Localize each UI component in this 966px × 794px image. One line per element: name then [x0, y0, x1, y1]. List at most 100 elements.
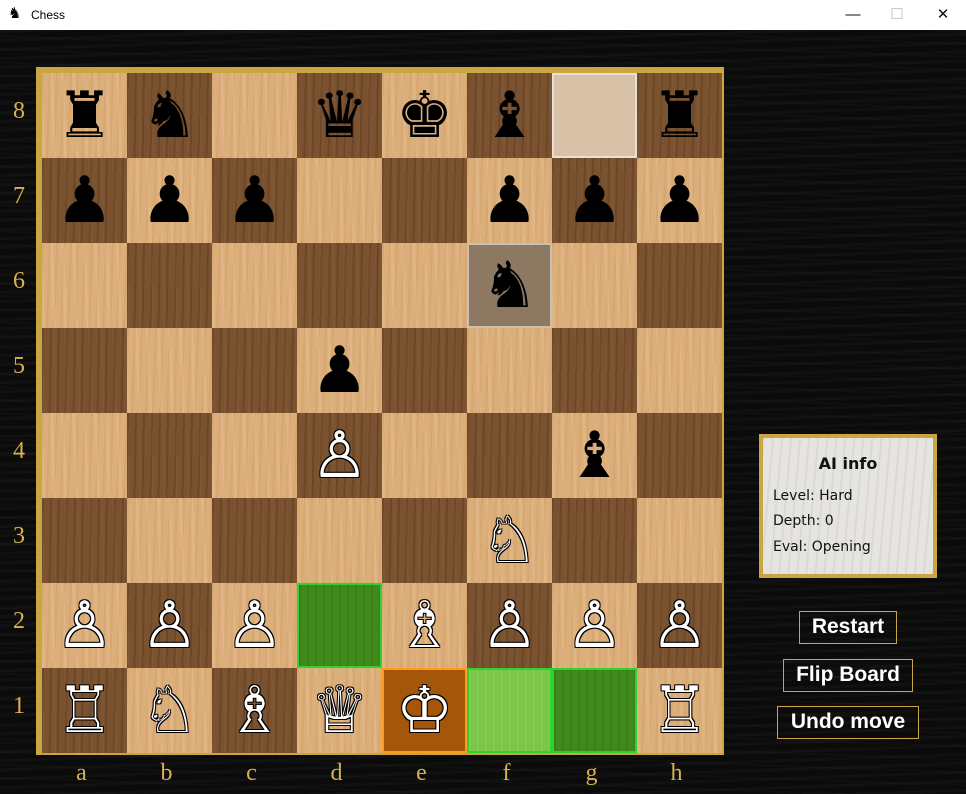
square-g6[interactable]	[552, 243, 637, 328]
square-a7[interactable]: ♟	[42, 158, 127, 243]
square-g7[interactable]: ♟	[552, 158, 637, 243]
white-bishop-icon[interactable]: ♗	[382, 583, 467, 668]
square-a4[interactable]	[42, 413, 127, 498]
square-g4[interactable]: ♝	[552, 413, 637, 498]
square-f6[interactable]: ♞	[467, 243, 552, 328]
square-b8[interactable]: ♞	[127, 73, 212, 158]
square-a6[interactable]	[42, 243, 127, 328]
square-f7[interactable]: ♟	[467, 158, 552, 243]
square-g3[interactable]	[552, 498, 637, 583]
square-d4[interactable]: ♙	[297, 413, 382, 498]
square-h5[interactable]	[637, 328, 722, 413]
square-e1[interactable]: ♔	[382, 668, 467, 753]
square-d6[interactable]	[297, 243, 382, 328]
square-a5[interactable]	[42, 328, 127, 413]
square-c2[interactable]: ♙	[212, 583, 297, 668]
black-pawn-icon[interactable]: ♟	[552, 158, 637, 243]
square-d7[interactable]	[297, 158, 382, 243]
white-pawn-icon[interactable]: ♙	[467, 583, 552, 668]
black-pawn-icon[interactable]: ♟	[467, 158, 552, 243]
black-bishop-icon[interactable]: ♝	[467, 73, 552, 158]
square-b2[interactable]: ♙	[127, 583, 212, 668]
square-c1[interactable]: ♗	[212, 668, 297, 753]
square-b6[interactable]	[127, 243, 212, 328]
maximize-button[interactable]: ☐	[874, 0, 920, 30]
square-d2[interactable]	[297, 583, 382, 668]
white-pawn-icon[interactable]: ♙	[127, 583, 212, 668]
square-e5[interactable]	[382, 328, 467, 413]
square-f2[interactable]: ♙	[467, 583, 552, 668]
black-knight-icon[interactable]: ♞	[127, 73, 212, 158]
flip-board-button[interactable]: Flip Board	[783, 659, 913, 692]
square-e4[interactable]	[382, 413, 467, 498]
square-c7[interactable]: ♟	[212, 158, 297, 243]
white-pawn-icon[interactable]: ♙	[212, 583, 297, 668]
square-f1[interactable]	[467, 668, 552, 753]
square-c6[interactable]	[212, 243, 297, 328]
square-g5[interactable]	[552, 328, 637, 413]
square-c5[interactable]	[212, 328, 297, 413]
square-a1[interactable]: ♖	[42, 668, 127, 753]
square-e3[interactable]	[382, 498, 467, 583]
square-d3[interactable]	[297, 498, 382, 583]
square-d5[interactable]: ♟	[297, 328, 382, 413]
white-queen-icon[interactable]: ♕	[297, 668, 382, 753]
square-d1[interactable]: ♕	[297, 668, 382, 753]
undo-move-button[interactable]: Undo move	[777, 706, 919, 739]
square-a8[interactable]: ♜	[42, 73, 127, 158]
black-pawn-icon[interactable]: ♟	[637, 158, 722, 243]
black-king-icon[interactable]: ♚	[382, 73, 467, 158]
square-e6[interactable]	[382, 243, 467, 328]
black-rook-icon[interactable]: ♜	[637, 73, 722, 158]
square-f5[interactable]	[467, 328, 552, 413]
restart-button[interactable]: Restart	[799, 611, 897, 644]
square-g1[interactable]	[552, 668, 637, 753]
white-pawn-icon[interactable]: ♙	[42, 583, 127, 668]
square-c4[interactable]	[212, 413, 297, 498]
black-rook-icon[interactable]: ♜	[42, 73, 127, 158]
square-h3[interactable]	[637, 498, 722, 583]
square-b1[interactable]: ♘	[127, 668, 212, 753]
minimize-button[interactable]: —	[830, 0, 876, 30]
white-bishop-icon[interactable]: ♗	[212, 668, 297, 753]
white-knight-icon[interactable]: ♘	[467, 498, 552, 583]
white-knight-icon[interactable]: ♘	[127, 668, 212, 753]
square-f3[interactable]: ♘	[467, 498, 552, 583]
square-f8[interactable]: ♝	[467, 73, 552, 158]
white-king-icon[interactable]: ♔	[384, 670, 465, 751]
square-b5[interactable]	[127, 328, 212, 413]
black-pawn-icon[interactable]: ♟	[297, 328, 382, 413]
white-rook-icon[interactable]: ♖	[42, 668, 127, 753]
square-d8[interactable]: ♛	[297, 73, 382, 158]
black-knight-icon[interactable]: ♞	[469, 245, 550, 326]
black-queen-icon[interactable]: ♛	[297, 73, 382, 158]
square-h7[interactable]: ♟	[637, 158, 722, 243]
square-h6[interactable]	[637, 243, 722, 328]
black-bishop-icon[interactable]: ♝	[552, 413, 637, 498]
white-pawn-icon[interactable]: ♙	[297, 413, 382, 498]
white-pawn-icon[interactable]: ♙	[552, 583, 637, 668]
square-h8[interactable]: ♜	[637, 73, 722, 158]
square-h2[interactable]: ♙	[637, 583, 722, 668]
black-pawn-icon[interactable]: ♟	[127, 158, 212, 243]
square-g8[interactable]	[552, 73, 637, 158]
square-a2[interactable]: ♙	[42, 583, 127, 668]
square-f4[interactable]	[467, 413, 552, 498]
square-b4[interactable]	[127, 413, 212, 498]
square-h1[interactable]: ♖	[637, 668, 722, 753]
close-button[interactable]: ✕	[920, 0, 966, 30]
black-pawn-icon[interactable]: ♟	[212, 158, 297, 243]
chess-board[interactable]: ♜ ♞ ♛ ♚ ♝ ♜ ♟ ♟ ♟ ♟ ♟ ♟ ♞ ♟ ♙ ♝ ♘ ♙ ♙ ♙ ♗ ♙ ♙ ♙ ♖ ♘ ♗ ♕ ♔ ♖	[42, 73, 722, 753]
square-e2[interactable]: ♗	[382, 583, 467, 668]
black-pawn-icon[interactable]: ♟	[42, 158, 127, 243]
square-c8[interactable]	[212, 73, 297, 158]
square-h4[interactable]	[637, 413, 722, 498]
square-b3[interactable]	[127, 498, 212, 583]
white-pawn-icon[interactable]: ♙	[637, 583, 722, 668]
square-c3[interactable]	[212, 498, 297, 583]
square-b7[interactable]: ♟	[127, 158, 212, 243]
square-e7[interactable]	[382, 158, 467, 243]
square-g2[interactable]: ♙	[552, 583, 637, 668]
square-e8[interactable]: ♚	[382, 73, 467, 158]
square-a3[interactable]	[42, 498, 127, 583]
